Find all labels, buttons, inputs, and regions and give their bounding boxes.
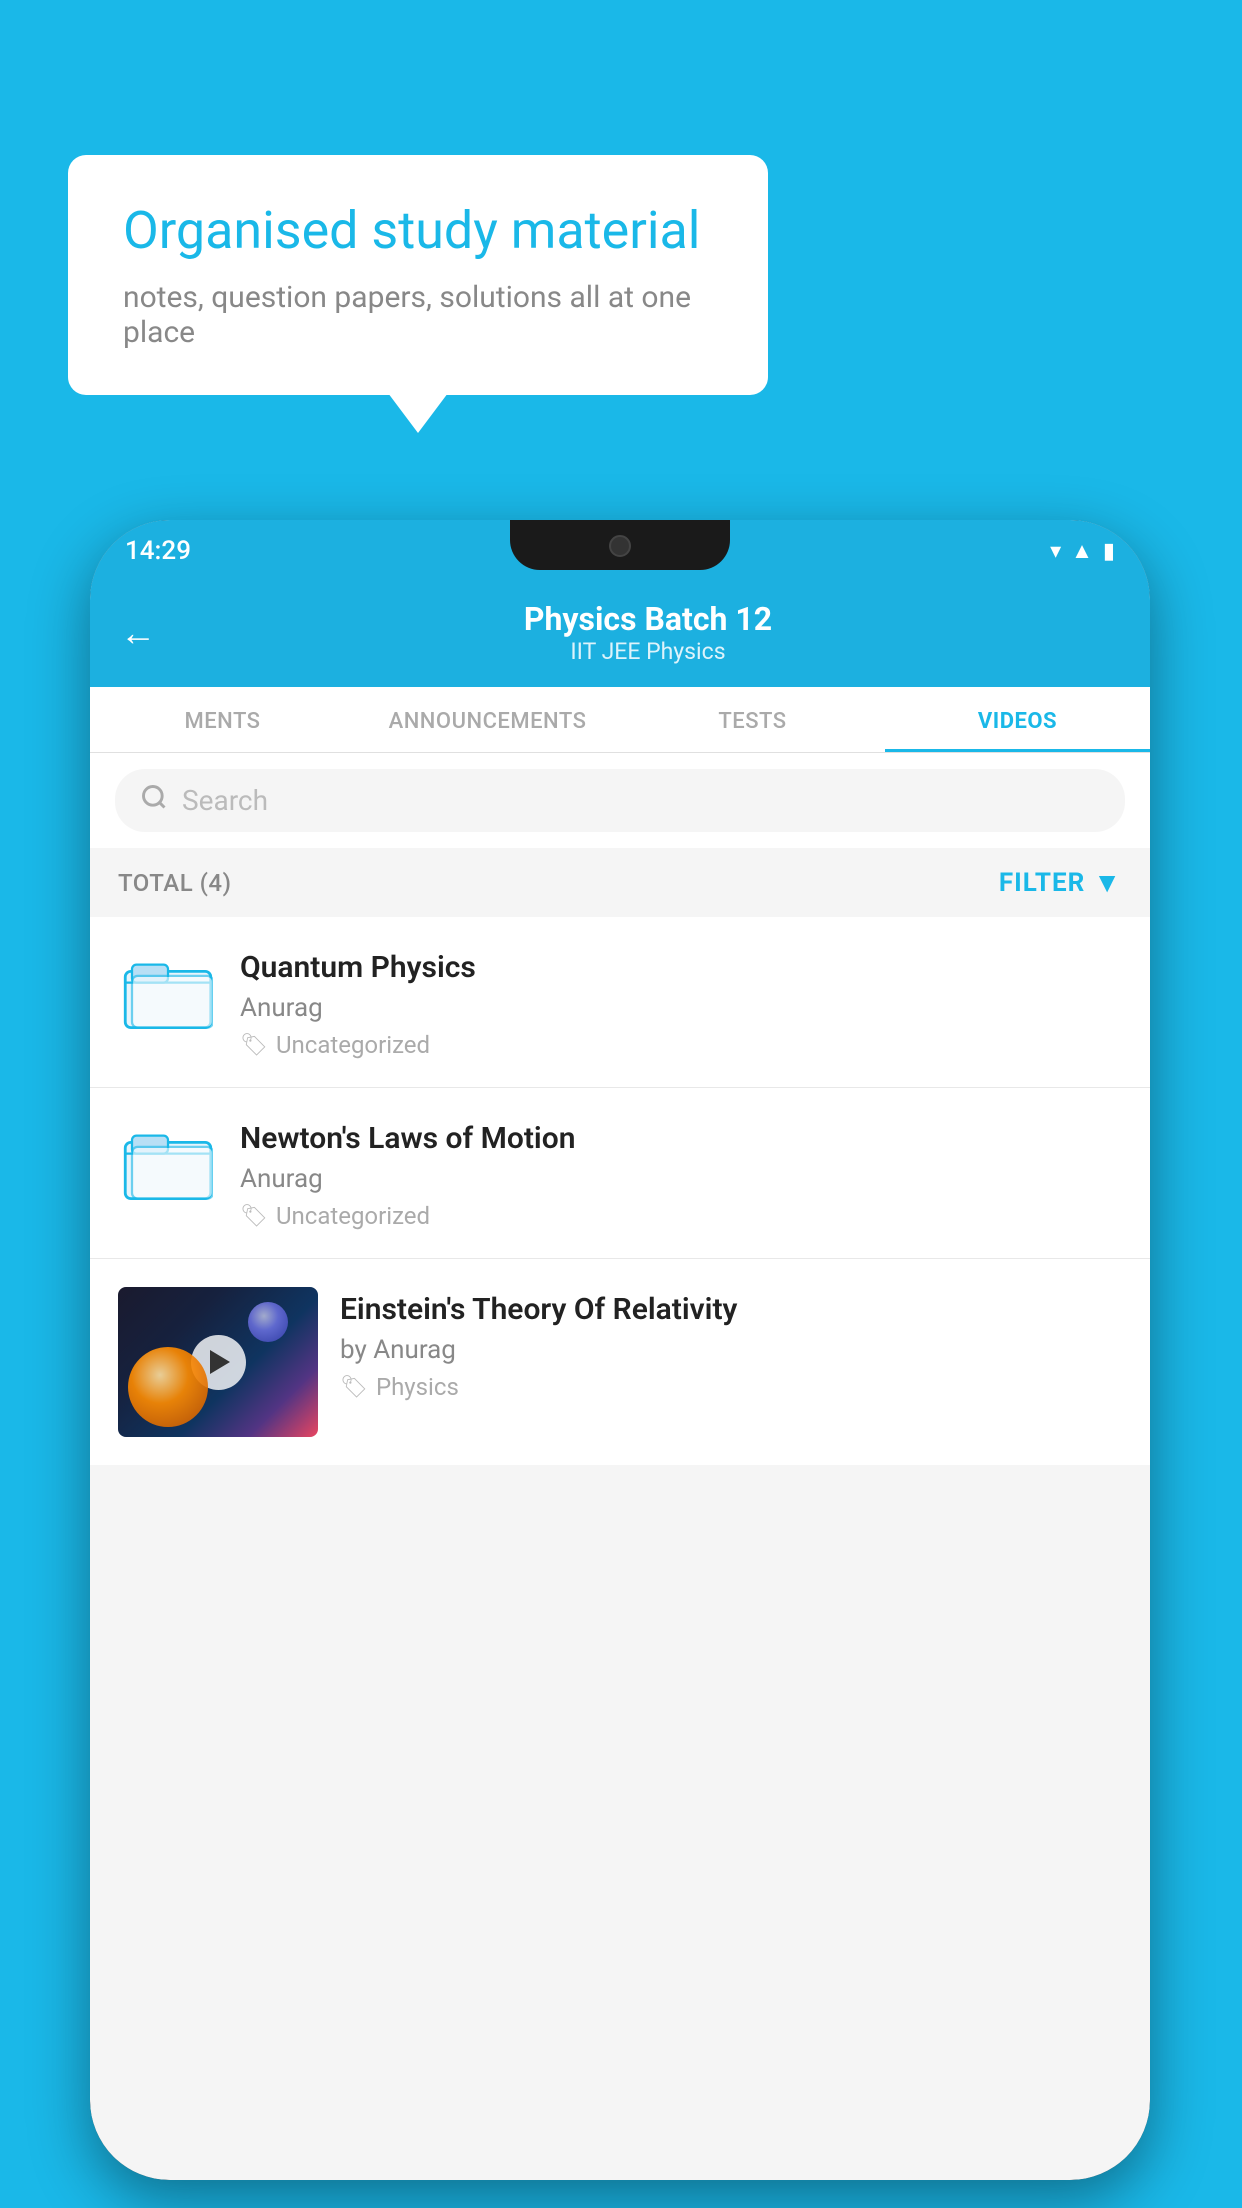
- phone-screen: 14:29 ▾ ▲ ▮ ← Physics Batch 12 IIT JEE P…: [90, 520, 1150, 2180]
- battery-icon: ▮: [1103, 539, 1115, 564]
- folder-icon: [123, 948, 213, 1033]
- tag-icon-3: 🏷: [340, 1375, 368, 1400]
- status-icons: ▾ ▲ ▮: [1050, 538, 1115, 564]
- tab-videos[interactable]: VIDEOS: [885, 687, 1150, 752]
- video-title-3: Einstein's Theory Of Relativity: [340, 1292, 1122, 1327]
- search-placeholder: Search: [182, 784, 268, 817]
- tab-announcements[interactable]: ANNOUNCEMENTS: [355, 687, 620, 752]
- tab-bar: MENTS ANNOUNCEMENTS TESTS VIDEOS: [90, 687, 1150, 753]
- item-info-2: Newton's Laws of Motion Anurag 🏷 Uncateg…: [240, 1116, 1122, 1230]
- video-title-1: Quantum Physics: [240, 950, 1122, 985]
- list-item[interactable]: Quantum Physics Anurag 🏷 Uncategorized: [90, 917, 1150, 1088]
- video-tag-3: 🏷 Physics: [340, 1373, 1122, 1401]
- back-button[interactable]: ←: [120, 615, 156, 651]
- video-list: Quantum Physics Anurag 🏷 Uncategorized: [90, 917, 1150, 1465]
- header-title: Physics Batch 12: [176, 600, 1120, 638]
- filter-bar: TOTAL (4) FILTER ▼: [90, 848, 1150, 917]
- wifi-icon: ▾: [1050, 539, 1061, 564]
- item-info-1: Quantum Physics Anurag 🏷 Uncategorized: [240, 945, 1122, 1059]
- speech-bubble-subtext: notes, question papers, solutions all at…: [123, 280, 713, 350]
- video-thumbnail-3: [118, 1287, 318, 1437]
- tag-icon-2: 🏷: [240, 1204, 268, 1229]
- speech-bubble-wrapper: Organised study material notes, question…: [68, 155, 768, 395]
- video-tag-1: 🏷 Uncategorized: [240, 1031, 1122, 1059]
- speech-bubble-heading: Organised study material: [123, 200, 713, 262]
- planet-decoration: [128, 1347, 208, 1427]
- signal-icon: ▲: [1071, 538, 1093, 564]
- folder-icon: [123, 1119, 213, 1204]
- video-author-3: by Anurag: [340, 1335, 1122, 1365]
- status-time: 14:29: [125, 536, 191, 566]
- phone-frame: 14:29 ▾ ▲ ▮ ← Physics Batch 12 IIT JEE P…: [90, 520, 1150, 2180]
- list-item[interactable]: Newton's Laws of Motion Anurag 🏷 Uncateg…: [90, 1088, 1150, 1259]
- video-author-1: Anurag: [240, 993, 1122, 1023]
- item-thumbnail-1: [118, 945, 218, 1035]
- search-bar[interactable]: Search: [115, 769, 1125, 832]
- tab-ments[interactable]: MENTS: [90, 687, 355, 752]
- tab-tests[interactable]: TESTS: [620, 687, 885, 752]
- item-info-3: Einstein's Theory Of Relativity by Anura…: [340, 1287, 1122, 1401]
- filter-icon: ▼: [1093, 866, 1122, 899]
- speech-bubble: Organised study material notes, question…: [68, 155, 768, 395]
- video-title-2: Newton's Laws of Motion: [240, 1121, 1122, 1156]
- list-item[interactable]: Einstein's Theory Of Relativity by Anura…: [90, 1259, 1150, 1465]
- tag-icon-1: 🏷: [240, 1033, 268, 1058]
- filter-button[interactable]: FILTER ▼: [999, 866, 1122, 899]
- planet-decoration-2: [248, 1302, 288, 1342]
- play-triangle-icon: [210, 1350, 230, 1374]
- notch: [510, 520, 730, 570]
- search-container: Search: [90, 753, 1150, 848]
- header-title-group: Physics Batch 12 IIT JEE Physics: [176, 600, 1120, 665]
- video-tag-2: 🏷 Uncategorized: [240, 1202, 1122, 1230]
- header-subtitle: IIT JEE Physics: [176, 638, 1120, 665]
- total-count: TOTAL (4): [118, 869, 231, 897]
- camera: [609, 535, 631, 557]
- search-icon: [140, 783, 168, 818]
- item-thumbnail-2: [118, 1116, 218, 1206]
- video-author-2: Anurag: [240, 1164, 1122, 1194]
- app-header: ← Physics Batch 12 IIT JEE Physics: [90, 582, 1150, 687]
